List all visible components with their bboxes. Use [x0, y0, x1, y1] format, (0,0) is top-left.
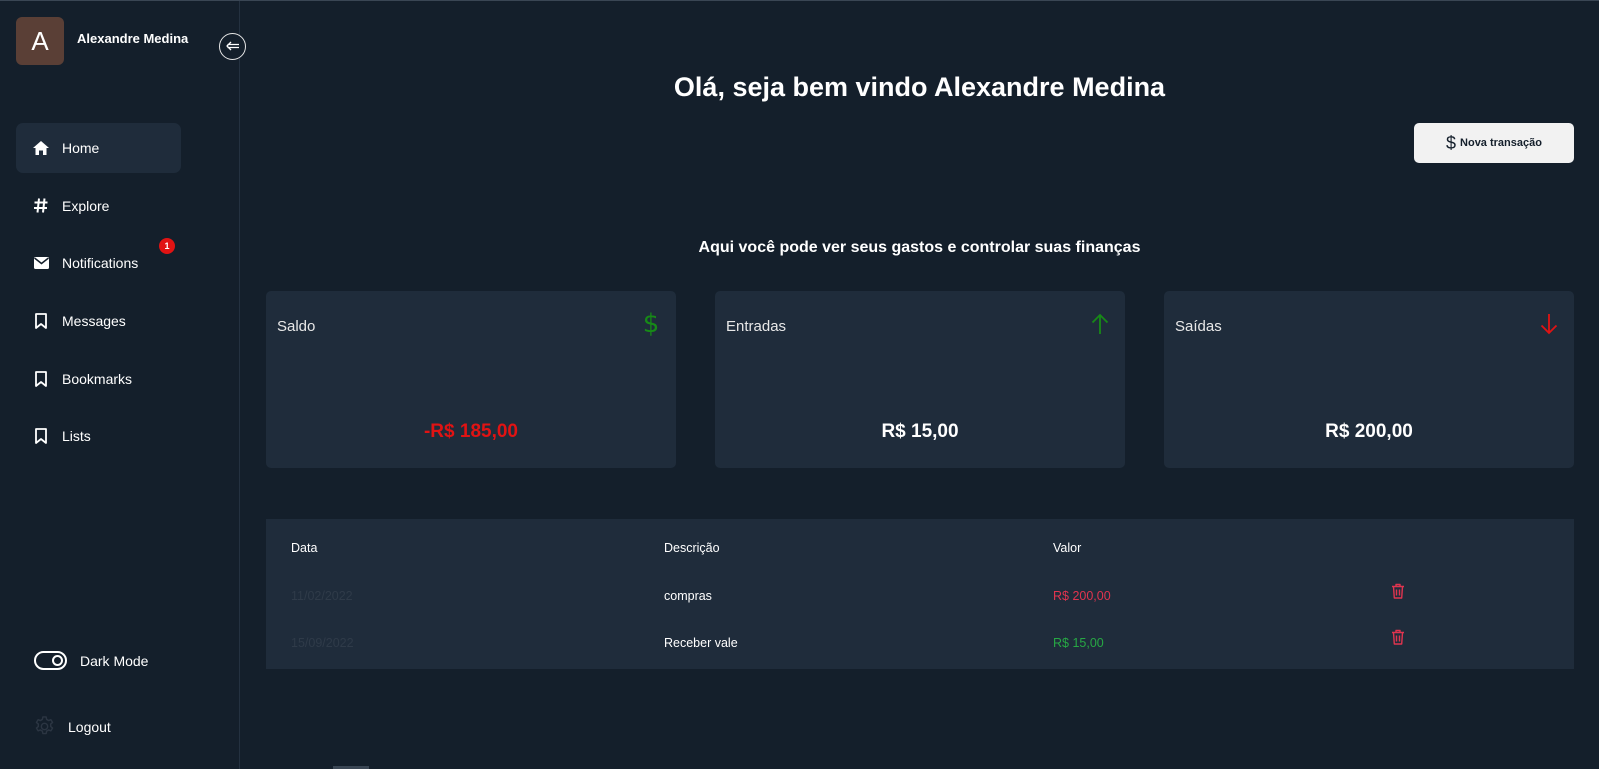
toggle-switch-icon[interactable] — [34, 651, 67, 670]
hash-icon — [33, 198, 49, 214]
card-value: R$ 15,00 — [881, 421, 959, 442]
collapse-sidebar-button[interactable] — [219, 33, 246, 60]
column-header-description: Descrição — [664, 541, 720, 555]
home-icon — [33, 140, 49, 156]
income-card: Entradas R$ 15,00 — [715, 291, 1125, 468]
sidebar-item-lists[interactable]: Lists — [16, 411, 181, 461]
arrow-down-icon — [1538, 310, 1560, 338]
sidebar-item-home[interactable]: Home — [16, 123, 181, 173]
sidebar-item-bookmarks[interactable]: Bookmarks — [16, 354, 181, 404]
sidebar-item-label: Bookmarks — [62, 370, 133, 387]
sidebar: A Alexandre Medina Home Explore Notifica… — [0, 1, 240, 769]
balance-card: Saldo $ -R$ 185,00 — [266, 291, 676, 468]
column-header-value: Valor — [1053, 541, 1082, 555]
card-label: Saldo — [277, 318, 316, 335]
card-label: Saídas — [1175, 318, 1222, 335]
table-cell-date: 15/09/2022 — [291, 636, 354, 650]
bookmark-icon — [33, 370, 49, 387]
table-cell-description: Receber vale — [664, 636, 738, 650]
new-transaction-label: Nova transação — [1460, 137, 1542, 149]
sidebar-item-label: Notifications — [62, 255, 139, 272]
gear-icon — [33, 715, 56, 738]
bookmark-icon — [33, 313, 49, 329]
table-cell-value: R$ 200,00 — [1053, 589, 1111, 603]
expenses-card: Saídas R$ 200,00 — [1164, 291, 1574, 468]
notification-badge: 1 — [159, 238, 175, 255]
table-cell-value: R$ 15,00 — [1053, 636, 1104, 650]
logout-button[interactable]: Logout — [33, 715, 111, 738]
sidebar-item-notifications[interactable]: Notifications 1 — [16, 238, 181, 288]
arrow-up-icon — [1089, 310, 1111, 338]
dark-mode-toggle[interactable]: Dark Mode — [34, 651, 148, 670]
sidebar-item-label: Lists — [62, 428, 91, 445]
sidebar-item-label: Messages — [62, 313, 126, 330]
page-subtitle: Aqui você pode ver seus gastos e control… — [698, 239, 1141, 256]
sidebar-item-explore[interactable]: Explore — [16, 181, 181, 231]
card-label: Entradas — [726, 318, 787, 335]
dark-mode-label: Dark Mode — [80, 652, 149, 669]
avatar: A — [16, 17, 64, 65]
transactions-table: Data Descrição Valor 11/02/2022 compras … — [266, 519, 1574, 669]
dollar-icon: $ — [642, 309, 660, 339]
user-profile[interactable]: A Alexandre Medina — [16, 17, 188, 65]
card-value: -R$ 185,00 — [423, 421, 518, 442]
table-cell-description: compras — [664, 589, 712, 603]
bookmark-icon — [33, 428, 49, 445]
logout-label: Logout — [68, 718, 111, 735]
sidebar-item-label: Home — [62, 140, 100, 156]
dollar-icon: $ — [1446, 132, 1457, 153]
page-title: Olá, seja bem vindo Alexandre Medina — [673, 72, 1166, 102]
sidebar-nav: Home Explore Notifications 1 Messages Bo… — [16, 123, 181, 469]
envelope-icon — [33, 255, 49, 271]
user-name: Alexandre Medina — [77, 30, 189, 46]
arrow-left-icon — [225, 38, 240, 56]
sidebar-item-label: Explore — [62, 197, 110, 214]
card-value: R$ 200,00 — [1325, 421, 1413, 442]
trash-icon[interactable] — [1391, 583, 1405, 599]
new-transaction-button[interactable]: $ Nova transação — [1414, 123, 1574, 163]
trash-icon[interactable] — [1391, 629, 1405, 645]
sidebar-item-messages[interactable]: Messages — [16, 296, 181, 346]
table-cell-date: 11/02/2022 — [291, 589, 353, 603]
column-header-date: Data — [291, 541, 318, 555]
